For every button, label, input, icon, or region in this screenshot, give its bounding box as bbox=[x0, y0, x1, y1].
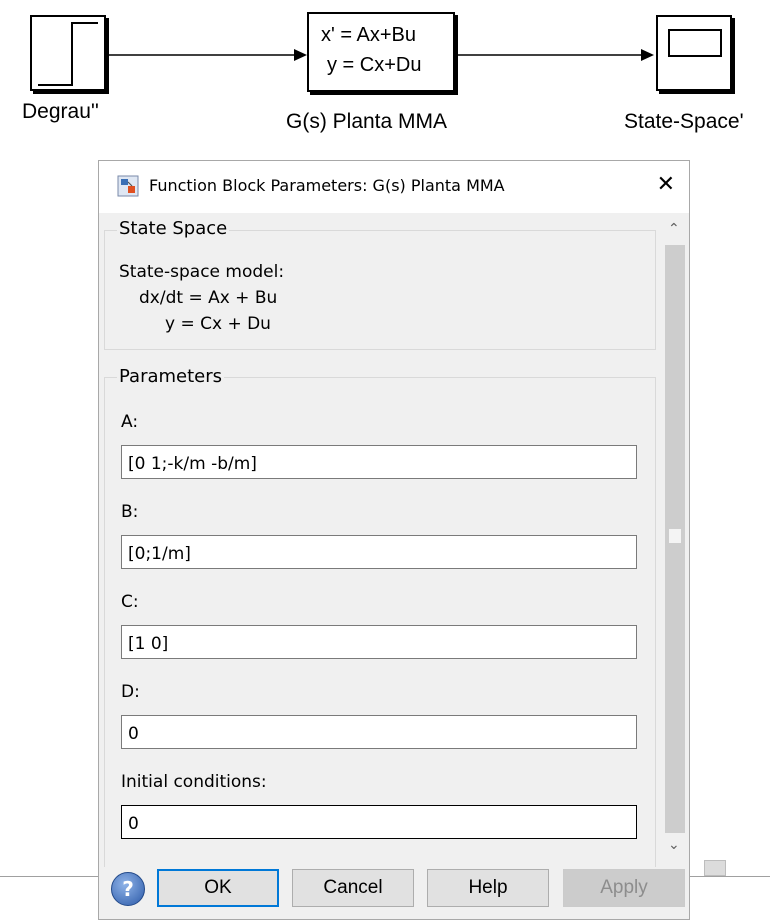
parameters-legend: Parameters bbox=[117, 366, 225, 387]
canvas-scroll-thumb[interactable] bbox=[704, 860, 726, 876]
param-label-initial-conditions: Initial conditions: bbox=[121, 772, 267, 792]
description-line1: State-space model: bbox=[119, 262, 285, 282]
simulink-block-icon bbox=[117, 175, 139, 197]
scroll-down-icon[interactable]: ⌄ bbox=[668, 837, 680, 853]
param-field-d[interactable]: 0 bbox=[121, 715, 637, 749]
param-label-d: D: bbox=[121, 682, 140, 702]
vertical-scrollbar[interactable]: ⌃ ⌄ bbox=[663, 219, 687, 859]
param-label-a: A: bbox=[121, 412, 139, 432]
state-space-block-label: G(s) Planta MMA bbox=[286, 110, 448, 133]
plant-equation-line1: x' = Ax+Bu bbox=[321, 24, 416, 46]
help-icon[interactable]: ? bbox=[111, 872, 145, 906]
description-line3: y = Cx + Du bbox=[165, 314, 271, 334]
function-block-parameters-dialog: Function Block Parameters: G(s) Planta M… bbox=[98, 160, 690, 920]
step-icon bbox=[38, 22, 98, 86]
step-block[interactable] bbox=[30, 15, 106, 91]
state-space-block[interactable]: x' = Ax+Bu y = Cx+Du bbox=[307, 12, 455, 92]
scrollbar-thumb[interactable] bbox=[665, 245, 685, 833]
param-label-b: B: bbox=[121, 502, 139, 522]
scope-block-label: State-Space' bbox=[624, 110, 744, 133]
param-field-a[interactable]: [0 1;-k/m -b/m] bbox=[121, 445, 637, 479]
arrowhead-plant-input bbox=[294, 49, 307, 61]
param-field-c[interactable]: [1 0] bbox=[121, 625, 637, 659]
thumb-grip bbox=[669, 529, 681, 543]
description-line2: dx/dt = Ax + Bu bbox=[139, 288, 278, 308]
diagram-canvas[interactable]: Degrau'' x' = Ax+Bu y = Cx+Du G(s) Plant… bbox=[0, 0, 770, 150]
param-field-initial-conditions[interactable]: 0 bbox=[121, 805, 637, 839]
scope-block[interactable] bbox=[656, 15, 732, 91]
scroll-up-icon[interactable]: ⌃ bbox=[668, 221, 680, 237]
cancel-button[interactable]: Cancel bbox=[292, 869, 414, 907]
step-block-label: Degrau'' bbox=[22, 100, 99, 123]
arrowhead-scope-input bbox=[641, 49, 654, 61]
state-space-legend: State Space bbox=[117, 218, 230, 239]
dialog-title: Function Block Parameters: G(s) Planta M… bbox=[149, 176, 505, 195]
close-icon[interactable]: ✕ bbox=[657, 172, 675, 197]
dialog-titlebar[interactable]: Function Block Parameters: G(s) Planta M… bbox=[99, 161, 689, 213]
help-button[interactable]: Help bbox=[427, 869, 549, 907]
apply-button[interactable]: Apply bbox=[563, 869, 685, 907]
scope-icon bbox=[668, 29, 722, 57]
param-field-b[interactable]: [0;1/m] bbox=[121, 535, 637, 569]
param-label-c: C: bbox=[121, 592, 139, 612]
plant-equation-line2: y = Cx+Du bbox=[327, 54, 422, 76]
ok-button[interactable]: OK bbox=[157, 869, 279, 907]
